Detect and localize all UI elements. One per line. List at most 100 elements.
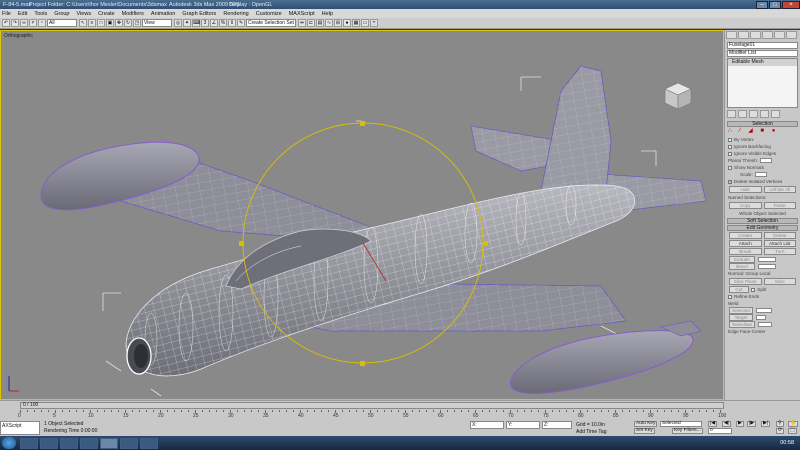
rollout-soft-selection[interactable]: Soft Selection bbox=[727, 218, 798, 224]
menu-help[interactable]: Help bbox=[322, 11, 333, 17]
zoom-icon[interactable]: ⚲ bbox=[776, 421, 784, 427]
maxscript-listener[interactable]: AXScript bbox=[0, 421, 40, 435]
viewcube-icon[interactable] bbox=[661, 79, 695, 113]
menu-rendering[interactable]: Rendering bbox=[223, 11, 248, 17]
track-bar[interactable]: 0 5 10 15 20 25 30 35 40 45 50 55 60 65 70 75 80 85 90 95 10… bbox=[6, 410, 726, 420]
unlink-icon[interactable]: ≠ bbox=[29, 19, 37, 27]
unhide-all-button[interactable]: Unhide All bbox=[763, 186, 796, 193]
go-to-end-icon[interactable]: ▶| bbox=[761, 421, 770, 427]
extrude-button[interactable]: Extrude bbox=[729, 256, 755, 263]
move-icon[interactable]: ✥ bbox=[115, 19, 123, 27]
add-time-tag[interactable]: Add Time Tag bbox=[576, 429, 606, 435]
next-frame-icon[interactable]: |▶ bbox=[747, 421, 756, 427]
paste-button[interactable]: Paste bbox=[763, 202, 796, 209]
minimize-button[interactable]: – bbox=[756, 0, 768, 9]
break-button[interactable]: Break bbox=[729, 248, 762, 255]
stack-item-editable-mesh[interactable]: Editable Mesh bbox=[728, 59, 797, 66]
angle-snap-icon[interactable]: ∠ bbox=[210, 19, 218, 27]
pivot-center-icon[interactable]: ◎ bbox=[174, 19, 182, 27]
manipulate-icon[interactable]: ✦ bbox=[183, 19, 191, 27]
material-editor-icon[interactable]: ● bbox=[343, 19, 351, 27]
layer-manager-icon[interactable]: ▤ bbox=[316, 19, 324, 27]
named-selection-set-dropdown[interactable]: Create Selection Set bbox=[246, 19, 296, 27]
key-selection-dropdown[interactable]: Selected bbox=[660, 421, 702, 427]
menu-customize[interactable]: Customize bbox=[256, 11, 282, 17]
rendered-frame-icon[interactable]: ▭ bbox=[361, 19, 369, 27]
bevel-button[interactable]: Bevel bbox=[729, 263, 755, 270]
selection-filter-dropdown[interactable]: All bbox=[47, 19, 77, 27]
taskbar-3dsmax-icon[interactable] bbox=[100, 437, 118, 449]
face-center-radio[interactable]: Face-Center bbox=[740, 328, 766, 335]
window-crossing-icon[interactable]: ▣ bbox=[106, 19, 114, 27]
modifier-list-dropdown[interactable]: Modifier List bbox=[727, 50, 798, 57]
pin-stack-icon[interactable] bbox=[727, 110, 736, 118]
snaps-toggle-icon[interactable]: 3 bbox=[201, 19, 209, 27]
weld-selected-button[interactable]: Selected bbox=[729, 307, 753, 314]
subobject-level-icon[interactable]: ∴ ⁄ ◢ ■ ● bbox=[728, 128, 778, 135]
menu-group[interactable]: Group bbox=[54, 11, 69, 17]
turn-button[interactable]: Turn bbox=[763, 248, 796, 255]
redo-icon[interactable]: ↷ bbox=[11, 19, 19, 27]
close-button[interactable]: × bbox=[782, 0, 800, 9]
configure-sets-icon[interactable] bbox=[771, 110, 780, 118]
modify-tab-icon[interactable] bbox=[738, 31, 749, 39]
taskbar-explorer-icon[interactable] bbox=[40, 437, 58, 449]
edit-named-sets-icon[interactable]: ✎ bbox=[237, 19, 245, 27]
group-radio[interactable]: Group bbox=[745, 270, 758, 277]
percent-snap-icon[interactable]: % bbox=[219, 19, 227, 27]
menu-maxscript[interactable]: MAXScript bbox=[289, 11, 315, 17]
curve-editor-icon[interactable]: ∿ bbox=[325, 19, 333, 27]
menu-modifiers[interactable]: Modifiers bbox=[122, 11, 144, 17]
menu-create[interactable]: Create bbox=[98, 11, 115, 17]
ignore-backfacing-label[interactable]: Ignore Backfacing bbox=[734, 143, 771, 150]
attach-list-button[interactable]: Attach List bbox=[763, 240, 796, 247]
taskbar-app-icon[interactable] bbox=[80, 437, 98, 449]
start-button[interactable] bbox=[2, 437, 16, 449]
keyboard-shortcut-icon[interactable]: ⌨ bbox=[192, 19, 200, 27]
delete-button[interactable]: Delete bbox=[763, 232, 796, 239]
taskbar-media-icon[interactable] bbox=[60, 437, 78, 449]
menu-animation[interactable]: Animation bbox=[151, 11, 175, 17]
rotate-icon[interactable]: ↻ bbox=[124, 19, 132, 27]
menu-file[interactable]: File bbox=[2, 11, 11, 17]
ref-coord-dropdown[interactable]: View bbox=[142, 19, 172, 27]
play-icon[interactable]: ▶ bbox=[736, 421, 744, 427]
tessellate-spinner[interactable] bbox=[758, 322, 772, 327]
bind-space-warp-icon[interactable]: ~ bbox=[38, 19, 46, 27]
mirror-icon[interactable]: ⇹ bbox=[298, 19, 306, 27]
delete-isolated-label[interactable]: Delete Isolated Vertices bbox=[734, 178, 782, 185]
menu-views[interactable]: Views bbox=[77, 11, 92, 17]
maximize-viewport-icon[interactable]: ⬚ bbox=[788, 428, 797, 434]
scale-spinner[interactable] bbox=[754, 172, 767, 177]
modifier-stack[interactable]: Editable Mesh bbox=[727, 58, 798, 108]
prev-frame-icon[interactable]: ◀| bbox=[722, 421, 731, 427]
menu-edit[interactable]: Edit bbox=[18, 11, 27, 17]
orbit-icon[interactable]: ⟳ bbox=[776, 428, 785, 434]
make-unique-icon[interactable] bbox=[749, 110, 758, 118]
key-filters-button[interactable]: Key Filters... bbox=[672, 428, 703, 434]
x-coordinate-field[interactable]: X: bbox=[470, 421, 504, 429]
undo-icon[interactable]: ↶ bbox=[2, 19, 10, 27]
scale-icon[interactable]: ◳ bbox=[133, 19, 141, 27]
by-vertex-label[interactable]: By Vertex bbox=[734, 136, 754, 143]
weld-target-spinner[interactable] bbox=[756, 315, 766, 320]
copy-button[interactable]: Copy bbox=[729, 202, 762, 209]
render-setup-icon[interactable]: ▦ bbox=[352, 19, 360, 27]
attach-button[interactable]: Attach bbox=[729, 240, 762, 247]
bevel-spinner[interactable] bbox=[758, 264, 776, 269]
show-end-result-icon[interactable] bbox=[738, 110, 747, 118]
rect-selection-icon[interactable]: □ bbox=[97, 19, 105, 27]
taskbar-other-icon[interactable] bbox=[140, 437, 158, 449]
viewport-orthographic[interactable]: Orthographic bbox=[0, 30, 724, 400]
select-object-icon[interactable]: ↖ bbox=[79, 19, 87, 27]
hierarchy-tab-icon[interactable] bbox=[750, 31, 761, 39]
refine-ends-label[interactable]: Refine Ends bbox=[734, 293, 759, 300]
display-tab-icon[interactable] bbox=[774, 31, 785, 39]
taskbar-photoshop-icon[interactable] bbox=[120, 437, 138, 449]
schematic-view-icon[interactable]: ⊞ bbox=[334, 19, 342, 27]
slice-plane-button[interactable]: Slice Plane bbox=[729, 278, 762, 285]
extrude-spinner[interactable] bbox=[758, 257, 776, 262]
align-icon[interactable]: ⊏ bbox=[307, 19, 315, 27]
utilities-tab-icon[interactable] bbox=[786, 31, 797, 39]
render-production-icon[interactable]: ☕ bbox=[370, 19, 378, 27]
